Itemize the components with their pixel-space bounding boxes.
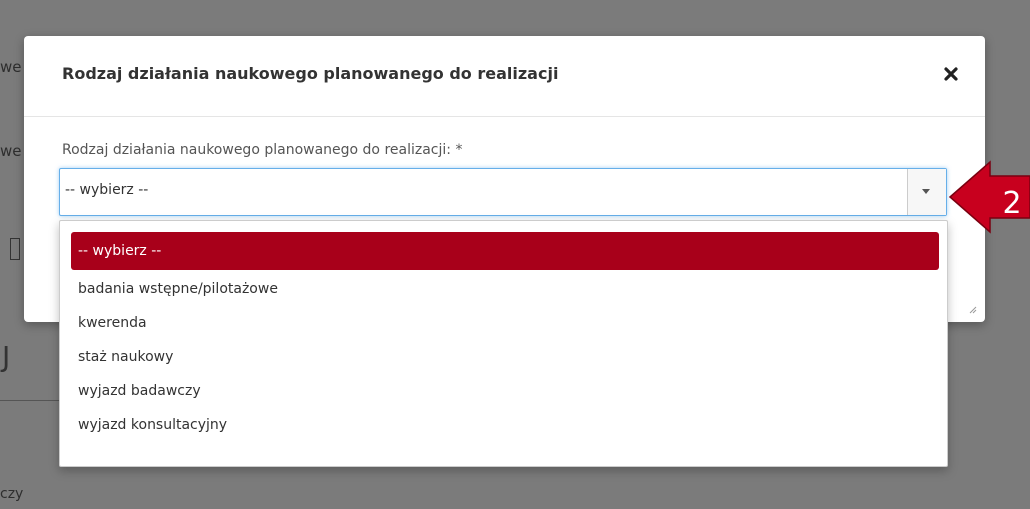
annotation-arrow-2: 2: [948, 160, 1030, 234]
dropdown-option-badania-wstepne[interactable]: badania wstępne/pilotażowe: [71, 270, 939, 308]
background-input-fragment: [10, 238, 20, 260]
background-text-fragment: we: [0, 142, 22, 160]
activity-type-select[interactable]: -- wybierz --: [59, 168, 947, 216]
background-text-fragment: we: [0, 58, 22, 76]
dropdown-options-list: -- wybierz -- badania wstępne/pilotażowe…: [71, 232, 939, 440]
resize-grip-icon[interactable]: [967, 304, 977, 314]
select-toggle[interactable]: [907, 169, 946, 215]
close-button[interactable]: [937, 60, 965, 88]
modal-title: Rodzaj działania naukowego planowanego d…: [62, 64, 559, 83]
dropdown-option-staz-naukowy[interactable]: staż naukowy: [71, 338, 939, 376]
background-text-fragment: czy: [0, 486, 24, 502]
field-label: Rodzaj działania naukowego planowanego d…: [62, 142, 463, 158]
dropdown-option-wyjazd-badawczy[interactable]: wyjazd badawczy: [71, 372, 939, 410]
dropdown-option-wyjazd-konsultacyjny[interactable]: wyjazd konsultacyjny: [71, 406, 939, 444]
dropdown-option-kwerenda[interactable]: kwerenda: [71, 304, 939, 342]
modal-header: Rodzaj działania naukowego planowanego d…: [24, 36, 985, 117]
dropdown-option-wybierz[interactable]: -- wybierz --: [71, 232, 939, 270]
select-dropdown: -- wybierz -- badania wstępne/pilotażowe…: [59, 220, 948, 467]
caret-down-icon: [922, 189, 930, 194]
close-icon: [944, 67, 958, 81]
annotation-number: 2: [1002, 186, 1021, 221]
select-current-value: -- wybierz --: [65, 182, 149, 198]
background-heading-fragment: J: [2, 340, 11, 373]
background-divider: [0, 400, 60, 401]
